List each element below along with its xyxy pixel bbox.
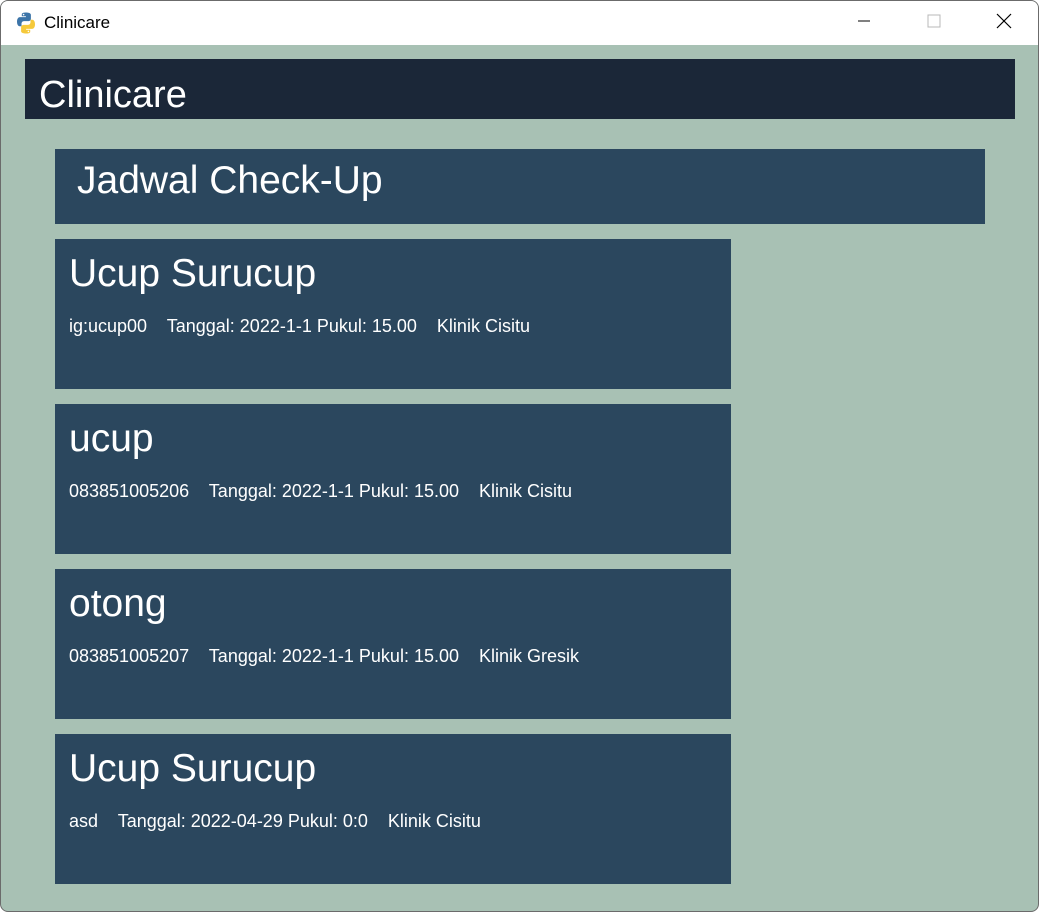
title-bar[interactable]: Clinicare (1, 1, 1038, 45)
app-window: Clinicare Clinicare Jadwal Check-Up Ucup… (0, 0, 1039, 912)
app-title: Clinicare (39, 74, 187, 116)
patient-name: Ucup Surucup (69, 747, 317, 790)
minimize-button[interactable] (829, 1, 899, 45)
app-header: Clinicare (25, 59, 1015, 119)
appointment-card: ucup 083851005206 Tanggal: 2022-1-1 Puku… (55, 404, 731, 554)
minimize-icon (857, 14, 871, 33)
section-title: Jadwal Check-Up (77, 159, 383, 202)
schedule-section-header: Jadwal Check-Up (55, 149, 985, 224)
appointment-details: ig:ucup00 Tanggal: 2022-1-1 Pukul: 15.00… (69, 316, 530, 336)
maximize-icon (927, 14, 941, 33)
close-icon (996, 13, 1012, 34)
patient-name: otong (69, 582, 167, 625)
appointment-details: 083851005207 Tanggal: 2022-1-1 Pukul: 15… (69, 646, 580, 666)
patient-name: ucup (69, 417, 154, 460)
close-button[interactable] (969, 1, 1038, 45)
appointment-details: asd Tanggal: 2022-04-29 Pukul: 0:0 Klini… (69, 811, 481, 831)
appointment-card: Ucup Surucup asd Tanggal: 2022-04-29 Puk… (55, 734, 731, 884)
window-title: Clinicare (44, 13, 111, 32)
appointment-details: 083851005206 Tanggal: 2022-1-1 Pukul: 15… (69, 481, 573, 501)
python-icon (14, 11, 38, 35)
appointment-card: otong 083851005207 Tanggal: 2022-1-1 Puk… (55, 569, 731, 719)
appointment-card: Ucup Surucup ig:ucup00 Tanggal: 2022-1-1… (55, 239, 731, 389)
patient-name: Ucup Surucup (69, 252, 317, 295)
maximize-button[interactable] (899, 1, 969, 45)
